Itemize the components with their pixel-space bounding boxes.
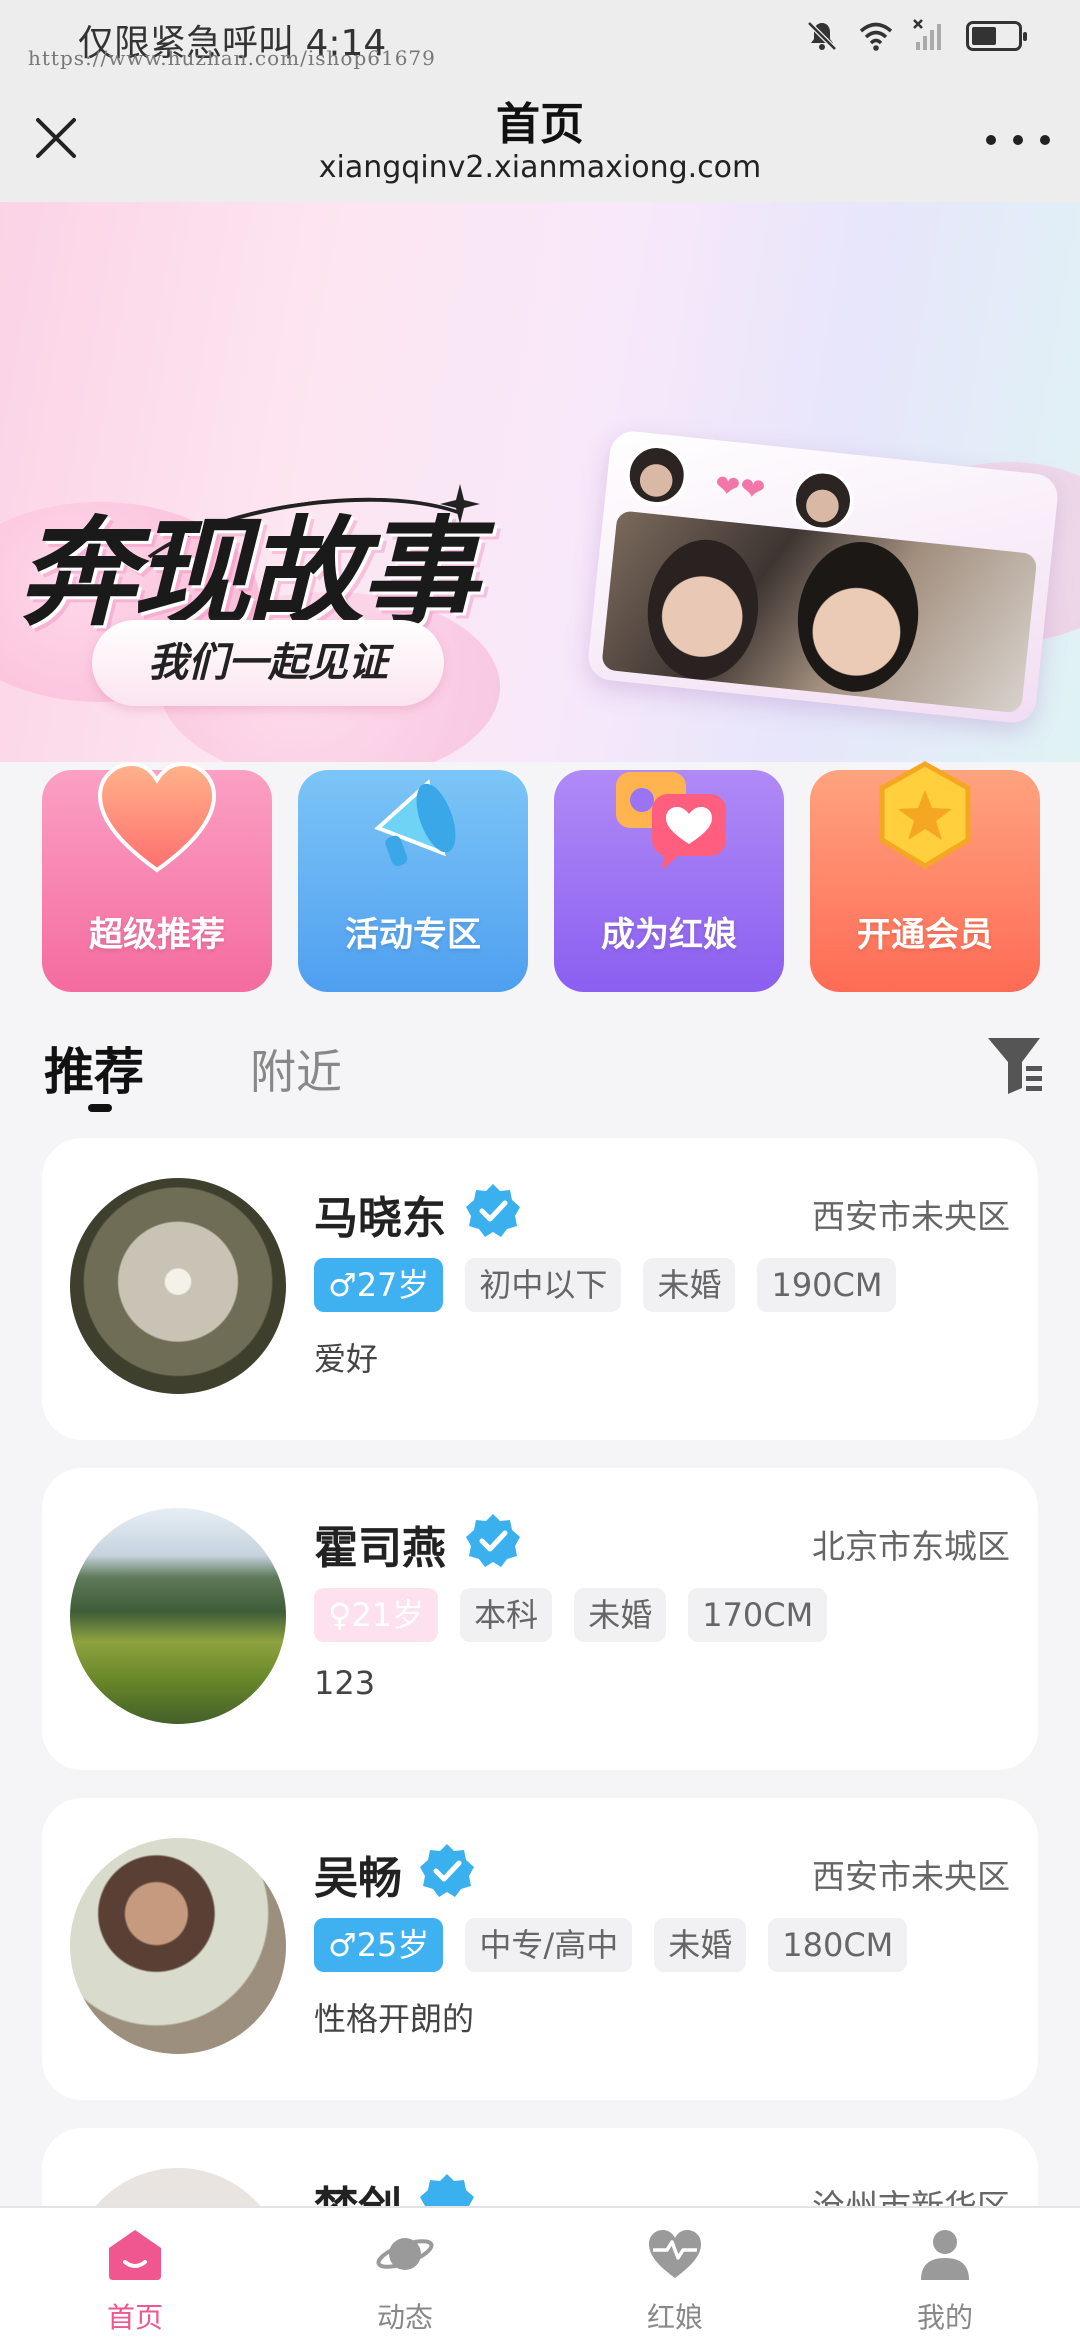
nav-matchmaker[interactable]: 红娘: [540, 2208, 810, 2340]
profile-name: 马晓东: [314, 1193, 446, 1244]
verified-icon: [466, 1514, 520, 1567]
page-title: 首页: [496, 99, 584, 150]
profile-tags: ♂25岁 中专/高中 未婚 180CM: [314, 1918, 908, 1972]
entry-become-matchmaker[interactable]: 成为红娘: [554, 770, 784, 992]
tab-indicator: [88, 1104, 112, 1112]
feed-tabs: 推荐 附近: [44, 1032, 1044, 1112]
entry-label: 超级推荐: [89, 915, 225, 955]
couple-photo: [601, 510, 1038, 714]
marital-tag: 未婚: [654, 1918, 747, 1972]
star-badge-icon: [879, 761, 971, 869]
entry-label: 成为红娘: [601, 915, 737, 955]
height-tag: 170CM: [688, 1588, 828, 1642]
story-banner[interactable]: 奔现故事 我们一起见证 ❤❤: [0, 202, 1080, 762]
nav-mine[interactable]: 我的: [810, 2208, 1080, 2340]
marital-tag: 未婚: [643, 1258, 736, 1312]
nav-moments[interactable]: 动态: [270, 2208, 540, 2340]
profile-card[interactable]: 马晓东 西安市未央区 ♂27岁 初中以下 未婚 190CM 爱好: [42, 1138, 1038, 1440]
chat-heart-icon: [616, 772, 726, 870]
filter-icon[interactable]: [984, 1032, 1044, 1096]
entry-label: 活动专区: [345, 915, 481, 955]
education-tag: 本科: [460, 1588, 553, 1642]
watermark-text: https://www.huzhan.com/ishop61679: [28, 46, 436, 70]
webview-header: 首页 xiangqinv2.xianmaxiong.com: [0, 78, 1080, 202]
gender-age-tag: ♀21岁: [314, 1588, 439, 1642]
signal-icon: [913, 19, 941, 50]
profile-bio: 性格开朗的: [314, 2000, 475, 2038]
avatar[interactable]: [70, 1178, 286, 1394]
height-tag: 180CM: [768, 1918, 908, 1972]
home-icon: [109, 2230, 161, 2280]
nav-label: 首页: [106, 2301, 163, 2334]
user-icon: [921, 2230, 969, 2280]
profile-location: 西安市未央区: [812, 1197, 1010, 1236]
entry-open-membership[interactable]: 开通会员: [810, 761, 1040, 992]
tab-nearby[interactable]: 附近: [250, 1036, 342, 1102]
gender-age-tag: ♂25岁: [314, 1918, 444, 1972]
couple-photo-card: ❤❤: [586, 429, 1060, 725]
bottom-nav: 首页 动态 红娘 我的: [0, 2206, 1080, 2340]
profile-location: 西安市未央区: [812, 1857, 1010, 1896]
nav-home[interactable]: 首页: [0, 2208, 270, 2340]
megaphone-icon: [374, 779, 456, 867]
banner-subtitle: 我们一起见证: [92, 620, 444, 706]
entry-activity-zone[interactable]: 活动专区: [298, 770, 528, 992]
profile-card[interactable]: 霍司燕 北京市东城区 ♀21岁 本科 未婚 170CM 123: [42, 1468, 1038, 1770]
avatar[interactable]: [70, 1508, 286, 1724]
verified-icon: [420, 1844, 474, 1897]
profile-tags: ♀21岁 本科 未婚 170CM: [314, 1588, 828, 1642]
profile-name: 吴畅: [314, 1853, 402, 1904]
avatar: [788, 466, 858, 535]
avatar: [622, 440, 691, 510]
heart-icon: [97, 761, 217, 873]
bell-muted-icon: [807, 21, 837, 51]
profile-tags: ♂27岁 初中以下 未婚 190CM: [314, 1258, 897, 1312]
height-tag: 190CM: [757, 1258, 897, 1312]
tab-recommend[interactable]: 推荐: [44, 1032, 144, 1104]
entry-super-recommend[interactable]: 超级推荐: [42, 761, 272, 992]
profile-name: 霍司燕: [314, 1523, 446, 1574]
more-options-icon[interactable]: [986, 128, 1050, 152]
profile-bio: 爱好: [314, 1340, 379, 1378]
status-bar: 仅限紧急呼叫 4:14 https://www.huzhan.com/ishop…: [0, 0, 1080, 78]
education-tag: 初中以下: [465, 1258, 622, 1312]
profile-bio: 123: [314, 1664, 376, 1702]
education-tag: 中专/高中: [465, 1918, 633, 1972]
nav-label: 动态: [376, 2301, 433, 2334]
hearts-icon: ❤❤: [713, 468, 767, 509]
profile-location: 北京市东城区: [812, 1527, 1010, 1566]
quick-entries: 超级推荐 活动专区 成为红娘 开通会员: [42, 761, 1040, 992]
marital-tag: 未婚: [574, 1588, 667, 1642]
heart-pulse-icon: [649, 2230, 701, 2278]
entry-label: 开通会员: [857, 915, 993, 955]
avatar[interactable]: [70, 1838, 286, 2054]
wifi-icon: [859, 22, 893, 51]
nav-label: 我的: [916, 2301, 973, 2334]
status-icons: [804, 18, 1027, 54]
nav-label: 红娘: [646, 2301, 703, 2334]
planet-icon: [376, 2238, 434, 2270]
gender-age-tag: ♂27岁: [314, 1258, 444, 1312]
verified-icon: [466, 1184, 520, 1237]
profile-card[interactable]: 吴畅 西安市未央区 ♂25岁 中专/高中 未婚 180CM 性格开朗的: [42, 1798, 1038, 2100]
battery-icon: [966, 21, 1027, 51]
page-url: xiangqinv2.xianmaxiong.com: [318, 150, 762, 185]
